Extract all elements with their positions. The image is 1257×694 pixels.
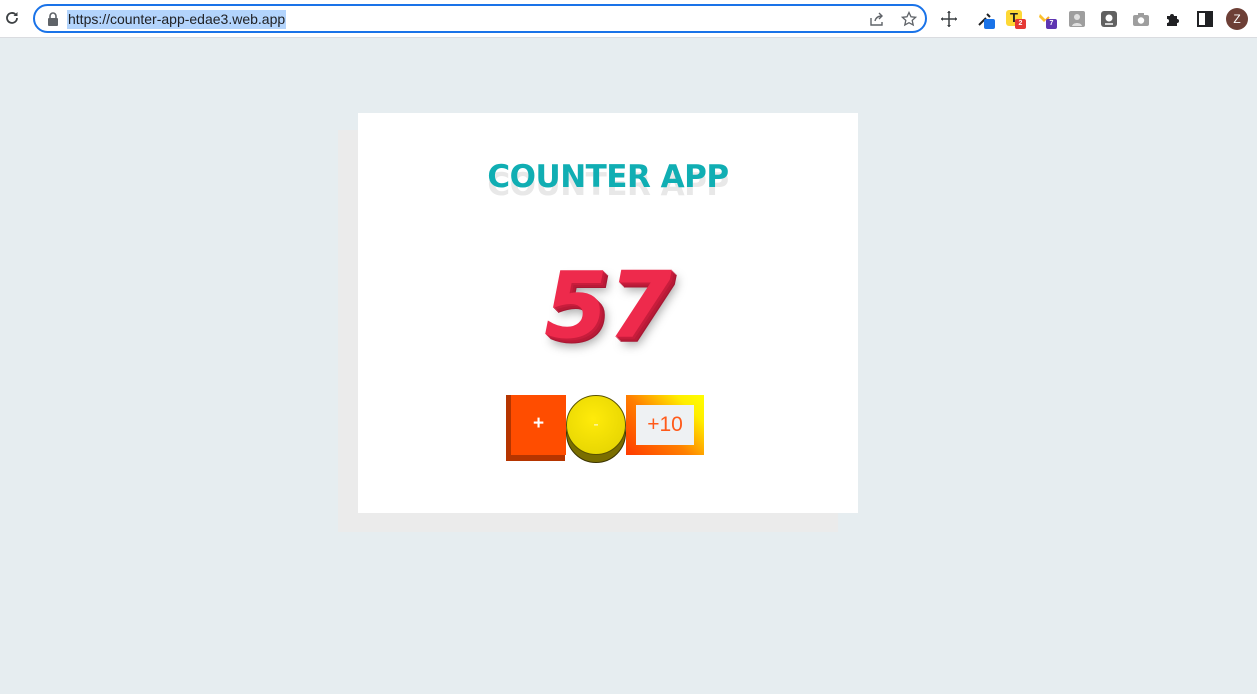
contact-icon[interactable] — [1100, 10, 1118, 28]
avatar[interactable]: Z — [1226, 8, 1248, 30]
highlighter-icon[interactable]: 7 — [1038, 10, 1057, 29]
counter-card: COUNTER APP COUNTER APP 57 + - +10 — [358, 113, 858, 513]
gallery-icon[interactable] — [1068, 10, 1086, 28]
eyedropper-icon[interactable] — [976, 10, 995, 29]
address-bar[interactable]: https://counter-app-edae3.web.app — [33, 4, 927, 33]
add-ten-button[interactable]: +10 — [626, 395, 704, 455]
sidepanel-icon[interactable] — [1196, 10, 1214, 28]
increment-button[interactable]: + — [506, 395, 566, 461]
add-ten-label: +10 — [636, 405, 694, 445]
camera-icon[interactable] — [1132, 10, 1150, 28]
browser-toolbar: https://counter-app-edae3.web.app T 2 7 — [0, 0, 1257, 38]
reload-icon[interactable] — [3, 9, 21, 27]
puzzle-icon[interactable] — [1164, 10, 1182, 28]
share-icon[interactable] — [869, 11, 885, 27]
page-title: COUNTER APP — [487, 159, 729, 195]
decrement-button[interactable]: - — [566, 395, 626, 465]
bookmark-star-icon[interactable] — [901, 11, 917, 27]
text-t-icon[interactable]: T 2 — [1006, 10, 1026, 29]
increment-label: + — [511, 395, 566, 455]
title-group: COUNTER APP COUNTER APP — [358, 155, 858, 205]
decrement-label: - — [566, 395, 626, 455]
move-icon[interactable] — [940, 10, 958, 28]
lock-icon[interactable] — [47, 12, 59, 26]
counter-value: 57 — [543, 252, 673, 359]
url-text[interactable]: https://counter-app-edae3.web.app — [67, 10, 287, 29]
